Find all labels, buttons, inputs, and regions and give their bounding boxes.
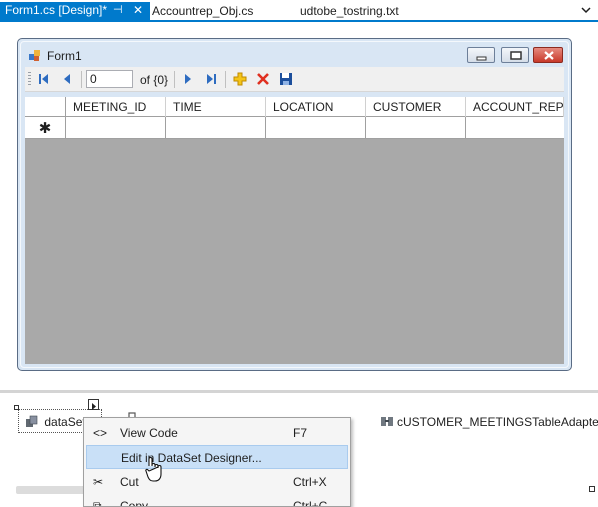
save-icon[interactable] xyxy=(278,71,294,87)
designer-surface[interactable]: Form1 of {0} xyxy=(0,22,598,390)
mouse-pointer-icon xyxy=(145,457,162,482)
binding-navigator: of {0} xyxy=(25,67,564,92)
tab-label: udtobe_tostring.txt xyxy=(300,4,399,18)
menu-item-edit-in-dataset-designer[interactable]: Edit in DataSet Designer... xyxy=(86,445,348,469)
pin-icon[interactable]: ⊣ xyxy=(113,2,123,19)
tab-accountrep-obj[interactable]: Accountrep_Obj.cs xyxy=(152,3,253,20)
scissors-icon: ✂ xyxy=(93,475,104,489)
move-first-icon[interactable] xyxy=(36,71,52,87)
menu-item-shortcut: F7 xyxy=(293,426,308,440)
smart-tag-button[interactable] xyxy=(88,399,99,410)
move-next-icon[interactable] xyxy=(180,71,196,87)
selection-handle[interactable] xyxy=(14,405,19,410)
menu-item-cut[interactable]: ✂ Cut Ctrl+X xyxy=(86,470,348,494)
document-tab-strip: Form1.cs [Design]* ⊣ ✕ Accountrep_Obj.cs… xyxy=(0,0,598,22)
grid-cell[interactable] xyxy=(466,117,564,138)
column-header-customer[interactable]: CUSTOMER xyxy=(366,97,466,117)
tab-form1-design[interactable]: Form1.cs [Design]* ⊣ ✕ xyxy=(0,2,150,20)
form-window[interactable]: Form1 of {0} xyxy=(17,38,572,371)
dataset-label: dataSet xyxy=(44,415,86,429)
toolbar-grip[interactable] xyxy=(28,72,31,87)
data-grid-view[interactable]: MEETING_ID TIME LOCATION CUSTOMER ACCOUN… xyxy=(25,97,564,364)
copy-icon: ⧉ xyxy=(93,499,102,507)
menu-item-shortcut: Ctrl+X xyxy=(293,475,327,489)
count-label: of {0} xyxy=(140,73,169,87)
maximize-button[interactable] xyxy=(501,47,529,63)
tab-label: Accountrep_Obj.cs xyxy=(152,4,254,18)
dataset-icon xyxy=(26,415,38,427)
menu-item-label: Copy xyxy=(120,499,149,507)
grid-cell[interactable] xyxy=(266,117,366,138)
menu-item-label: Edit in DataSet Designer... xyxy=(121,451,262,465)
menu-item-view-code[interactable]: <> View Code F7 xyxy=(86,421,348,445)
menu-item-shortcut: Ctrl+C xyxy=(293,499,328,507)
column-header-time[interactable]: TIME xyxy=(166,97,266,117)
toolbar-separator xyxy=(174,71,175,88)
close-icon[interactable]: ✕ xyxy=(133,2,143,19)
move-last-icon[interactable] xyxy=(203,71,219,87)
toolbar-separator xyxy=(81,71,82,88)
menu-item-label: View Code xyxy=(120,426,178,440)
grid-cell[interactable] xyxy=(66,117,166,138)
toolbar-separator xyxy=(225,71,226,88)
code-icon: <> xyxy=(93,426,108,440)
move-previous-icon[interactable] xyxy=(59,71,75,87)
column-header-meeting-id[interactable]: MEETING_ID xyxy=(66,97,166,117)
minimize-icon xyxy=(476,56,487,61)
menu-item-label: Cut xyxy=(120,475,139,489)
tab-udtobe-tostring[interactable]: udtobe_tostring.txt xyxy=(300,3,399,20)
close-button[interactable] xyxy=(533,47,563,63)
add-new-icon[interactable] xyxy=(232,71,248,87)
grid-header-row: MEETING_ID TIME LOCATION CUSTOMER ACCOUN… xyxy=(25,97,564,117)
table-row: ✱ xyxy=(25,117,564,139)
maximize-icon xyxy=(510,51,522,60)
column-header-account-rep[interactable]: ACCOUNT_REP xyxy=(466,97,564,117)
delete-icon[interactable] xyxy=(255,71,271,87)
grid-cell[interactable] xyxy=(366,117,466,138)
form-title: Form1 xyxy=(47,49,82,63)
table-adapter-label: cUSTOMER_MEETINGSTableAdapter xyxy=(397,415,598,429)
table-adapter-component[interactable]: cUSTOMER_MEETINGSTableAdapter xyxy=(380,415,598,429)
context-menu: <> View Code F7 Edit in DataSet Designer… xyxy=(83,417,351,507)
resize-handle[interactable] xyxy=(589,486,595,492)
column-header-location[interactable]: LOCATION xyxy=(266,97,366,117)
form-icon xyxy=(29,50,40,61)
grid-corner-cell[interactable] xyxy=(25,97,66,117)
minimize-button[interactable] xyxy=(467,47,495,63)
chevron-down-icon[interactable] xyxy=(581,5,591,15)
tab-label: Form1.cs [Design]* xyxy=(5,3,108,17)
table-adapter-icon xyxy=(381,417,393,426)
grid-cell[interactable] xyxy=(166,117,266,138)
new-row-marker[interactable]: ✱ xyxy=(25,117,66,138)
position-input[interactable] xyxy=(86,70,133,88)
close-icon xyxy=(544,51,554,60)
chevron-right-icon xyxy=(92,403,96,410)
